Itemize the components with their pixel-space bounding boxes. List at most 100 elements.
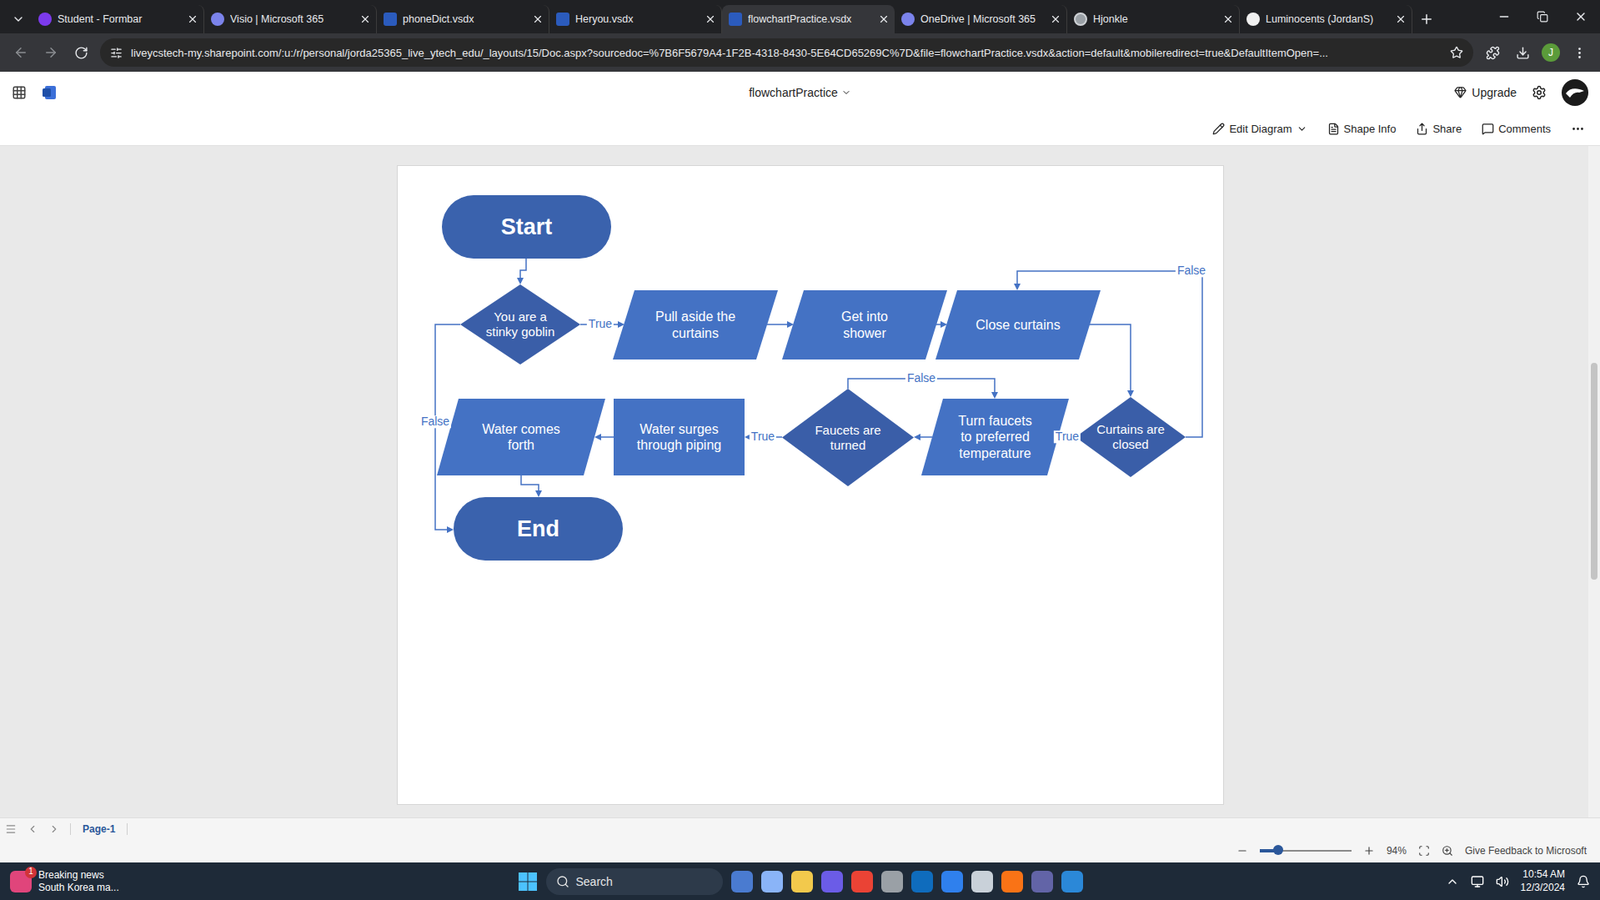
taskbar-app-icon[interactable] bbox=[821, 870, 843, 893]
tab-search-icon[interactable] bbox=[5, 5, 32, 34]
zoom-percent[interactable]: 94% bbox=[1386, 844, 1407, 857]
fit-page-icon[interactable] bbox=[1418, 844, 1430, 857]
toolbar-button[interactable]: Edit Diagram bbox=[1212, 122, 1307, 136]
connector-line[interactable] bbox=[915, 436, 933, 438]
flowchart-node[interactable]: Pull aside the curtains bbox=[612, 290, 778, 360]
node-shape bbox=[782, 290, 948, 360]
back-icon[interactable] bbox=[10, 41, 32, 64]
toolbar-item-icon bbox=[1415, 122, 1429, 136]
toolbar-button[interactable]: Comments bbox=[1481, 122, 1551, 136]
volume-icon[interactable] bbox=[1495, 874, 1510, 888]
flowchart-node[interactable]: End bbox=[453, 496, 623, 561]
taskbar-app-icon[interactable] bbox=[971, 870, 994, 893]
download-icon[interactable] bbox=[1511, 41, 1534, 64]
close-window-icon[interactable] bbox=[1561, 0, 1600, 34]
close-tab-icon[interactable] bbox=[531, 13, 544, 26]
flowchart-node[interactable]: Start bbox=[441, 195, 612, 259]
close-tab-icon[interactable] bbox=[186, 13, 199, 26]
connector-line[interactable] bbox=[521, 475, 539, 496]
visio-logo-icon[interactable] bbox=[41, 85, 57, 101]
page-tab[interactable]: Page-1 bbox=[70, 822, 128, 835]
new-tab-button[interactable] bbox=[1412, 5, 1441, 34]
document-title[interactable]: flowchartPractice bbox=[748, 85, 852, 100]
connector-line[interactable] bbox=[596, 436, 614, 438]
taskbar-app-icon[interactable] bbox=[761, 870, 783, 893]
app-launcher-icon[interactable] bbox=[11, 85, 27, 101]
next-page-icon[interactable] bbox=[48, 822, 61, 835]
address-bar[interactable]: liveycstech-my.sharepoint.com/:u:/r/pers… bbox=[100, 38, 1474, 67]
browser-tab[interactable]: Visio | Microsoft 365 bbox=[204, 5, 377, 34]
taskbar-app-icon[interactable] bbox=[731, 870, 753, 893]
forward-icon[interactable] bbox=[40, 41, 62, 64]
scroll-thumb[interactable] bbox=[1590, 362, 1598, 580]
settings-icon[interactable] bbox=[1531, 85, 1547, 101]
zoom-out-icon[interactable] bbox=[1236, 844, 1249, 857]
flowchart-node[interactable]: Water surges through piping bbox=[613, 398, 745, 476]
extensions-icon[interactable] bbox=[1481, 41, 1504, 64]
favicon-icon bbox=[1246, 12, 1260, 26]
flowchart-node[interactable]: Close curtains bbox=[935, 290, 1101, 360]
taskbar-search[interactable]: Search bbox=[546, 867, 723, 895]
more-button[interactable] bbox=[1570, 121, 1585, 136]
taskbar-app-icon[interactable] bbox=[1001, 870, 1024, 893]
flowchart-node[interactable]: Water comes forth bbox=[436, 398, 606, 476]
zoom-icon[interactable] bbox=[1441, 844, 1454, 857]
previous-page-icon[interactable] bbox=[26, 822, 39, 835]
browser-tab[interactable]: phoneDict.vsdx bbox=[376, 5, 550, 34]
toolbar-button[interactable]: Shape Info bbox=[1327, 122, 1397, 136]
zoom-thumb[interactable] bbox=[1273, 844, 1284, 855]
network-icon[interactable] bbox=[1470, 874, 1485, 888]
flowchart-node[interactable]: Turn faucets to preferred temperature bbox=[921, 398, 1069, 476]
browser-tab[interactable]: OneDrive | Microsoft 365 bbox=[894, 5, 1068, 34]
close-tab-icon[interactable] bbox=[1394, 13, 1407, 26]
browser-tab[interactable]: Student - Formbar bbox=[31, 5, 205, 34]
close-tab-icon[interactable] bbox=[877, 13, 890, 26]
connector-line[interactable] bbox=[1089, 324, 1131, 396]
taskbar-app-icon[interactable] bbox=[851, 870, 873, 893]
flowchart-node[interactable]: Faucets are turned bbox=[782, 388, 914, 487]
minimize-icon[interactable] bbox=[1484, 0, 1524, 34]
browser-tab[interactable]: Luminocents (JordanS) bbox=[1239, 5, 1413, 34]
taskbar-app-icon[interactable] bbox=[911, 870, 933, 893]
taskbar-app-icon[interactable] bbox=[881, 870, 903, 893]
restore-icon[interactable] bbox=[1523, 0, 1562, 34]
notifications-icon[interactable] bbox=[1576, 874, 1590, 888]
pages-menu-icon[interactable] bbox=[5, 822, 17, 835]
connector-line[interactable] bbox=[936, 323, 946, 326]
browser-tab[interactable]: Hjonkle bbox=[1067, 5, 1240, 34]
connector-line[interactable] bbox=[520, 258, 527, 283]
flowchart-node[interactable]: Get into shower bbox=[782, 290, 948, 360]
windows-start-icon[interactable] bbox=[517, 871, 538, 892]
taskbar-app-icon[interactable] bbox=[791, 870, 813, 893]
close-tab-icon[interactable] bbox=[704, 13, 717, 26]
taskbar-app-icon[interactable] bbox=[941, 870, 964, 893]
close-tab-icon[interactable] bbox=[359, 13, 372, 26]
clock[interactable]: 10:54 AM12/3/2024 bbox=[1520, 867, 1565, 894]
upgrade-button[interactable]: Upgrade bbox=[1454, 85, 1517, 100]
feedback-link[interactable]: Give Feedback to Microsoft bbox=[1464, 844, 1587, 857]
tab-title: OneDrive | Microsoft 365 bbox=[920, 13, 1044, 26]
zoom-slider[interactable] bbox=[1259, 849, 1352, 852]
toolbar-item-icon bbox=[1481, 122, 1495, 136]
close-tab-icon[interactable] bbox=[1222, 13, 1234, 26]
flowchart-node[interactable]: Curtains are closed bbox=[1075, 396, 1186, 477]
close-tab-icon[interactable] bbox=[1049, 13, 1062, 26]
reload-icon[interactable] bbox=[70, 41, 92, 64]
browser-tab[interactable]: flowchartPractice.vsdx bbox=[722, 5, 895, 34]
hidden-icons-icon[interactable] bbox=[1445, 874, 1460, 888]
zoom-in-icon[interactable] bbox=[1363, 844, 1375, 857]
profile-avatar[interactable]: J bbox=[1541, 43, 1560, 62]
menu-icon[interactable] bbox=[1568, 41, 1590, 64]
site-info-icon[interactable] bbox=[110, 46, 123, 60]
account-avatar[interactable] bbox=[1561, 79, 1589, 106]
taskbar-app-icon[interactable] bbox=[1061, 870, 1084, 893]
toolbar-button[interactable]: Share bbox=[1415, 122, 1462, 136]
news-widget[interactable]: 1Breaking newsSouth Korea ma... bbox=[10, 868, 518, 894]
bookmark-icon[interactable] bbox=[1449, 45, 1464, 60]
vertical-scrollbar[interactable] bbox=[1588, 145, 1600, 818]
taskbar-app-icon[interactable] bbox=[1031, 870, 1054, 893]
browser-tab[interactable]: Heryou.vsdx bbox=[549, 5, 723, 34]
connector-line[interactable] bbox=[767, 323, 793, 326]
flowchart-node[interactable]: You are a stinky goblin bbox=[460, 284, 581, 365]
node-label: End bbox=[516, 515, 560, 542]
